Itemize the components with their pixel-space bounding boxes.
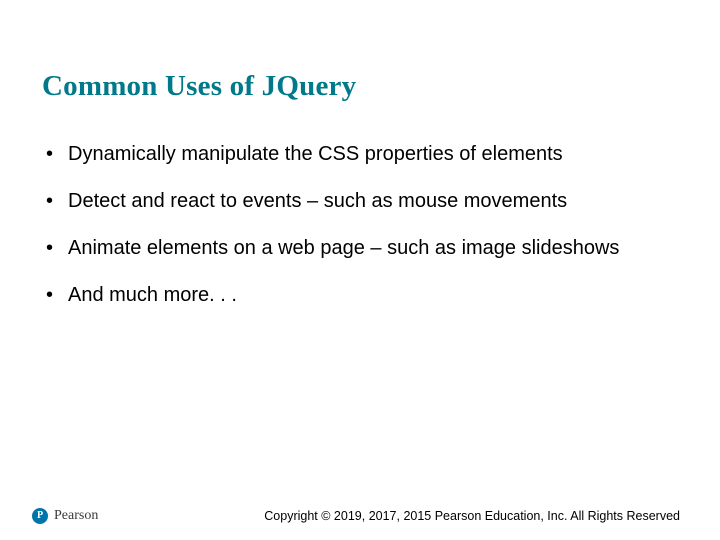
pearson-logo: P Pearson — [32, 508, 98, 524]
footer: P Pearson Copyright © 2019, 2017, 2015 P… — [0, 508, 720, 524]
list-item: Detect and react to events – such as mou… — [42, 189, 678, 214]
pearson-logo-icon: P — [32, 508, 48, 524]
list-item: Animate elements on a web page – such as… — [42, 236, 678, 261]
pearson-logo-text: Pearson — [54, 508, 98, 524]
slide: Common Uses of JQuery Dynamically manipu… — [0, 0, 720, 540]
copyright-text: Copyright © 2019, 2017, 2015 Pearson Edu… — [264, 509, 680, 523]
list-item: And much more. . . — [42, 283, 678, 308]
slide-title: Common Uses of JQuery — [42, 70, 356, 103]
list-item: Dynamically manipulate the CSS propertie… — [42, 142, 678, 167]
bullet-list: Dynamically manipulate the CSS propertie… — [42, 142, 678, 330]
